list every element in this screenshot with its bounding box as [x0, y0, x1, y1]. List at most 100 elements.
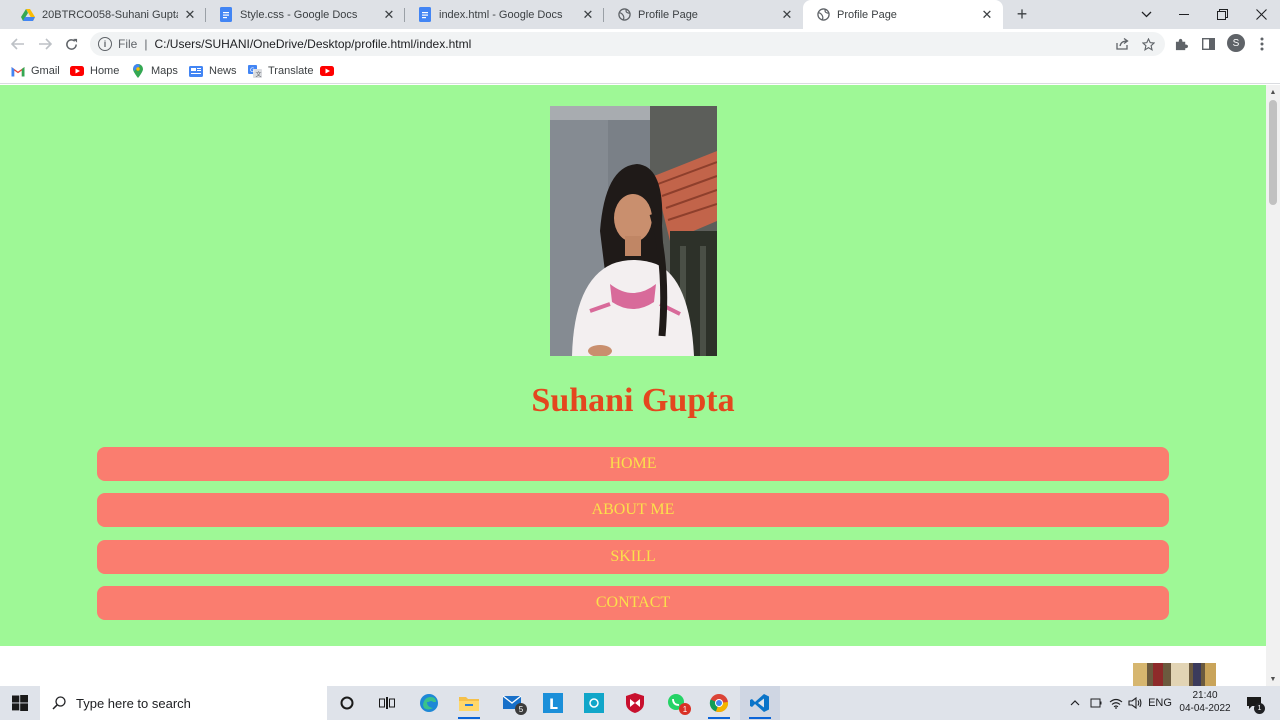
search-icon: [52, 696, 66, 710]
tab-title: Profile Page: [638, 8, 698, 21]
taskbar-search-box[interactable]: Type here to search: [40, 686, 327, 720]
forward-arrow-icon[interactable]: [34, 33, 56, 55]
youtube-icon: [320, 65, 334, 77]
google-drive-icon: [20, 7, 36, 23]
windows-taskbar: Type here to search 5 L 1 ENG 21:40 04-0…: [0, 686, 1280, 720]
google-docs-icon: [218, 7, 234, 23]
tab-title: Profile Page: [837, 8, 897, 21]
tab-title: Style.css - Google Docs: [240, 8, 358, 21]
share-icon[interactable]: [1114, 36, 1130, 52]
windows-start-icon[interactable]: [0, 686, 40, 720]
nav-home-button[interactable]: HOME: [97, 447, 1169, 481]
bookmark-translate[interactable]: G文 Translate: [248, 63, 313, 79]
minimize-icon[interactable]: [1165, 0, 1203, 29]
svg-text:L: L: [549, 697, 558, 713]
translate-icon: G文: [248, 64, 262, 78]
back-arrow-icon[interactable]: [7, 33, 29, 55]
notification-center-icon[interactable]: 1: [1242, 686, 1266, 720]
app-l-icon[interactable]: L: [533, 686, 573, 720]
news-icon: [189, 65, 203, 77]
side-panel-icon[interactable]: [1199, 35, 1217, 53]
tab-profile-page[interactable]: Profile Page ✕: [604, 0, 803, 29]
bookmark-label: Translate: [268, 65, 314, 77]
close-icon[interactable]: ✕: [381, 7, 397, 23]
maps-icon: [131, 64, 145, 78]
search-placeholder: Type here to search: [76, 695, 191, 711]
next-section-image: [1133, 663, 1216, 686]
language-indicator[interactable]: ENG: [1146, 686, 1174, 720]
globe-icon: [616, 7, 632, 23]
tray-chevron-up-icon[interactable]: [1066, 686, 1084, 720]
tab-style-css[interactable]: Style.css - Google Docs ✕: [206, 0, 405, 29]
new-tab-button[interactable]: +: [1012, 4, 1032, 24]
clock-time: 21:40: [1192, 690, 1218, 701]
reload-icon[interactable]: [60, 33, 82, 55]
profile-section: Suhani Gupta HOME ABOUT ME SKILL CONTACT: [0, 85, 1266, 646]
bookmark-home[interactable]: Home: [70, 63, 119, 79]
nav-skill-button[interactable]: SKILL: [97, 540, 1169, 574]
edge-icon[interactable]: [409, 686, 449, 720]
nav-about-me-button[interactable]: ABOUT ME: [97, 493, 1169, 527]
tab-strip: 20BTRCO058-Suhani Gupta - Goo ✕ Style.cs…: [0, 0, 1280, 29]
bookmark-label: Home: [90, 65, 120, 77]
clock[interactable]: 21:40 04-04-2022: [1174, 689, 1236, 715]
tab-title: 20BTRCO058-Suhani Gupta - Goo: [42, 8, 178, 21]
bookmark-news[interactable]: News: [189, 63, 237, 79]
bookmark-label: Maps: [151, 65, 178, 77]
tab-search-chevron-icon[interactable]: [1127, 0, 1165, 29]
app-cyan-icon[interactable]: [574, 686, 614, 720]
url-text[interactable]: C:/Users/SUHANI/OneDrive/Desktop/profile…: [154, 37, 471, 51]
globe-icon: [815, 7, 831, 23]
profile-avatar[interactable]: S: [1227, 34, 1245, 52]
tab-title: index.html - Google Docs: [439, 8, 563, 21]
youtube-icon: [70, 65, 84, 77]
vscode-icon[interactable]: [740, 686, 780, 720]
nav-contact-button[interactable]: CONTACT: [97, 586, 1169, 620]
extensions-puzzle-icon[interactable]: [1172, 35, 1190, 53]
tab-profile-page-active[interactable]: Profile Page ✕: [803, 0, 1003, 29]
bookmark-maps[interactable]: Maps: [131, 63, 178, 79]
close-icon[interactable]: ✕: [182, 7, 198, 23]
kebab-menu-icon[interactable]: [1253, 35, 1271, 53]
scroll-up-arrow-icon[interactable]: ▲: [1266, 85, 1280, 99]
page-viewport: Suhani Gupta HOME ABOUT ME SKILL CONTACT: [0, 85, 1266, 686]
mail-icon[interactable]: 5: [493, 686, 533, 720]
chrome-icon[interactable]: [699, 686, 739, 720]
url-divider: |: [144, 37, 148, 51]
bookmarks-bar: Gmail Home Maps News G文 Translate: [0, 59, 1280, 84]
bookmark-gmail[interactable]: Gmail: [11, 63, 60, 79]
scroll-down-arrow-icon[interactable]: ▼: [1266, 672, 1280, 686]
whatsapp-icon[interactable]: 1: [657, 686, 697, 720]
bookmark-label: Gmail: [31, 65, 60, 77]
bookmark-label: News: [209, 65, 237, 77]
browser-toolbar: i File | C:/Users/SUHANI/OneDrive/Deskto…: [0, 29, 1280, 59]
url-scheme-label: File: [118, 37, 138, 51]
restore-icon[interactable]: [1203, 0, 1241, 29]
close-icon[interactable]: ✕: [979, 7, 995, 23]
google-docs-icon: [417, 7, 433, 23]
mail-badge: 5: [515, 703, 527, 715]
notification-badge: 1: [1254, 703, 1265, 714]
site-info-icon[interactable]: i: [98, 37, 112, 51]
gmail-icon: [11, 65, 25, 77]
file-explorer-icon[interactable]: [449, 686, 489, 720]
bookmark-star-icon[interactable]: [1140, 36, 1156, 52]
tab-index-html[interactable]: index.html - Google Docs ✕: [405, 0, 604, 29]
volume-icon[interactable]: [1126, 686, 1144, 720]
wifi-icon[interactable]: [1107, 686, 1125, 720]
bookmark-youtube[interactable]: [320, 63, 340, 79]
whatsapp-badge: 1: [679, 703, 691, 715]
task-view-icon[interactable]: [367, 686, 407, 720]
svg-text:文: 文: [256, 70, 262, 78]
close-icon[interactable]: ✕: [580, 7, 596, 23]
close-icon[interactable]: ✕: [779, 7, 795, 23]
cortana-icon[interactable]: [327, 686, 367, 720]
tab-drive-doc[interactable]: 20BTRCO058-Suhani Gupta - Goo ✕: [8, 0, 206, 29]
page-scrollbar[interactable]: ▲ ▼: [1266, 85, 1280, 686]
profile-photo: [550, 106, 717, 356]
mcafee-icon[interactable]: [615, 686, 655, 720]
scroll-thumb[interactable]: [1269, 100, 1277, 205]
address-bar[interactable]: i File | C:/Users/SUHANI/OneDrive/Deskto…: [90, 32, 1165, 56]
window-close-icon[interactable]: [1242, 0, 1280, 29]
battery-plug-icon[interactable]: [1087, 686, 1105, 720]
